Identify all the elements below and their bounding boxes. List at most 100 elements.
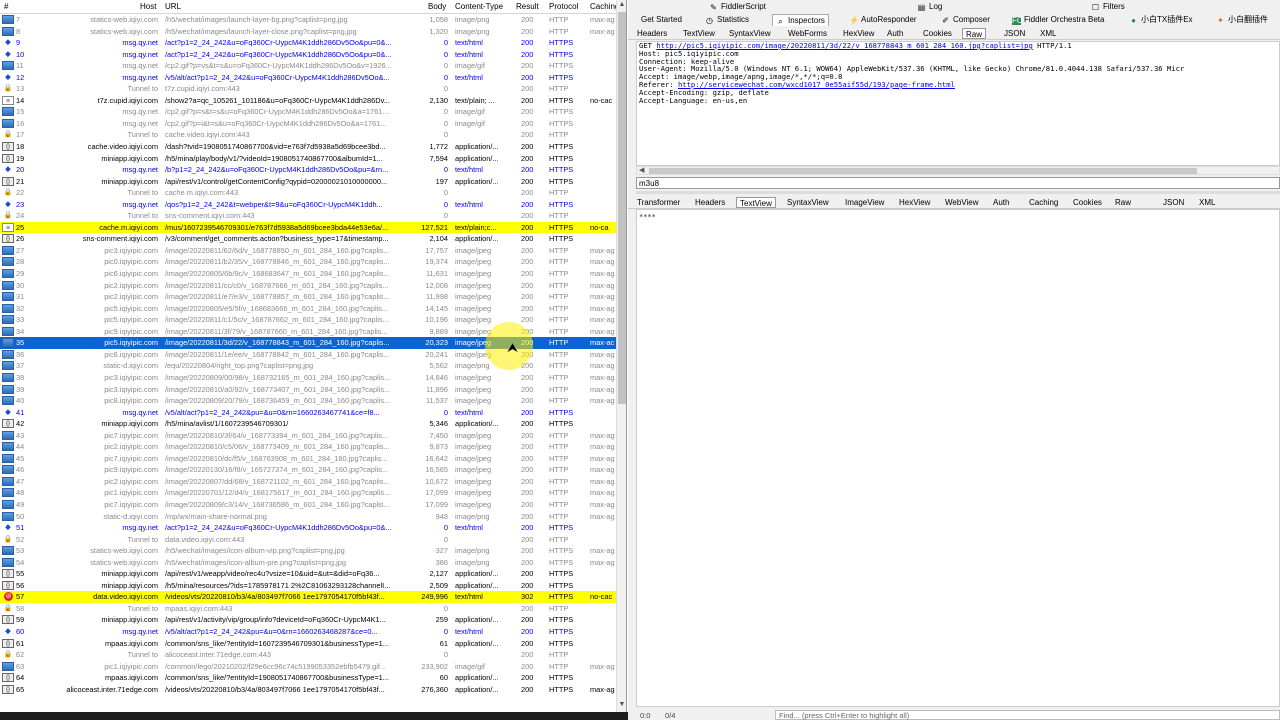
subtab-hexview[interactable]: HexView bbox=[896, 197, 933, 208]
session-row[interactable]: {} 55 miniapp.iqiyi.com/api/rest/v1/weapp/… bbox=[0, 568, 616, 580]
tab-fiddlerscript[interactable]: ✎ FiddlerScript bbox=[706, 1, 769, 13]
tab-statistics[interactable]: ◷ Statistics bbox=[702, 14, 752, 26]
session-row[interactable]: {} 65 alicoceast.inter.71edge.com/videos/v… bbox=[0, 684, 616, 696]
session-row[interactable]: 38 pic3.iqiyipic.com/image/20220809/00/98… bbox=[0, 372, 616, 384]
session-row[interactable]: 45 pic7.iqiyipic.com/image/20220810/dc/f5… bbox=[0, 453, 616, 465]
subtab-auth[interactable]: Auth bbox=[990, 197, 1012, 208]
session-row[interactable]: 43 pic7.iqiyipic.com/image/20220810/3f/64… bbox=[0, 430, 616, 442]
subtab-transformer[interactable]: Transformer bbox=[634, 197, 683, 208]
session-row[interactable]: 32 pic5.iqiyipic.com/image/20220805/e5/5f… bbox=[0, 303, 616, 315]
column-header-caching[interactable]: Caching bbox=[590, 2, 619, 11]
subtab-headers[interactable]: Headers bbox=[692, 197, 728, 208]
scroll-up-arrow-icon[interactable]: ▲ bbox=[617, 1, 626, 11]
session-row[interactable]: 40 pic8.iqiyipic.com/image/20220809/20/79… bbox=[0, 395, 616, 407]
column-header-url[interactable]: URL bbox=[165, 2, 181, 11]
session-row[interactable]: 28 pic0.iqiyipic.com/image/20220811/b2/35… bbox=[0, 256, 616, 268]
subtab-textview[interactable]: TextView bbox=[680, 28, 718, 39]
subtab-cookies[interactable]: Cookies bbox=[920, 28, 955, 39]
tab-autoresponder[interactable]: ⚡ AutoResponder bbox=[846, 14, 920, 26]
request-scrollbar-thumb[interactable] bbox=[649, 168, 1197, 174]
session-row[interactable]: 🔒 62 Tunnel to alicoceast.inter.71edge.com:… bbox=[0, 649, 616, 661]
tab-get-started[interactable]: Get Started bbox=[638, 14, 685, 26]
tab-filters[interactable]: ☐ Filters bbox=[1088, 1, 1128, 13]
subtab-caching[interactable]: Caching bbox=[1026, 197, 1061, 208]
session-row[interactable]: 54 statics-web.iqiyi.com/h5/wechat/images… bbox=[0, 557, 616, 569]
subtab-syntaxview[interactable]: SyntaxView bbox=[784, 197, 832, 208]
session-row[interactable]: ◆ 20 msg.qy.net/b?p1=2_24_242&u=oFq360Cr-U… bbox=[0, 164, 616, 176]
session-row[interactable]: 39 pic3.iqiyipic.com/image/20220810/a0/92… bbox=[0, 384, 616, 396]
column-header-protocol[interactable]: Protocol bbox=[549, 2, 578, 11]
column-header-body[interactable]: Body bbox=[428, 2, 446, 11]
session-row[interactable]: ⊘ 57 data.video.iqiyi.com/videos/vts/20220… bbox=[0, 591, 616, 603]
session-row-selected[interactable]: 35 pic5.iqiyipic.com/image/20220811/3d/22… bbox=[0, 337, 616, 349]
session-row[interactable]: 7 statics-web.iqiyi.com/h5/wechat/images/… bbox=[0, 14, 616, 26]
session-row[interactable]: 29 pic6.iqiyipic.com/image/20220805/6b/9c… bbox=[0, 268, 616, 280]
session-row[interactable]: 8 statics-web.iqiyi.com/h5/wechat/images/… bbox=[0, 26, 616, 38]
session-row[interactable]: ◆ 9 msg.qy.net/act?p1=2_24_242&u=oFq360Cr-… bbox=[0, 37, 616, 49]
session-row[interactable]: {} 61 mpaas.iqiyi.com/common/sns_like/?ent… bbox=[0, 638, 616, 650]
session-row[interactable]: {} 19 miniapp.iqiyi.com/h5/mina/play/body/… bbox=[0, 153, 616, 165]
subtab-json[interactable]: JSON bbox=[1160, 197, 1187, 208]
column-header-content-type[interactable]: Content-Type bbox=[455, 2, 503, 11]
session-row[interactable]: {} 64 mpaas.iqiyi.com/common/sns_like/?ent… bbox=[0, 672, 616, 684]
subtab-hexview[interactable]: HexView bbox=[840, 28, 877, 39]
session-row[interactable]: 30 pic2.iqiyipic.com/image/20220811/cc/c0… bbox=[0, 280, 616, 292]
session-row[interactable]: 48 pic1.iqiyipic.com/image/20220701/12/d4… bbox=[0, 487, 616, 499]
session-row[interactable]: {} 18 cache.video.iqiyi.com/dash?tvid=1908… bbox=[0, 141, 616, 153]
subtab-json[interactable]: JSON bbox=[1001, 28, 1028, 39]
session-row[interactable]: ◆ 60 msg.qy.net/v5/alt/act?p1=2_24_242&pu=… bbox=[0, 626, 616, 638]
session-row[interactable]: ≡ 14 t7z.cupid.iqiyi.com/show2?a=qc_105261… bbox=[0, 95, 616, 107]
session-row[interactable]: ◆ 23 msg.qy.net/qos?p1=2_24_242&t=webper&t… bbox=[0, 199, 616, 211]
subtab-syntaxview[interactable]: SyntaxView bbox=[726, 28, 774, 39]
session-row[interactable]: 36 pic6.iqiyipic.com/image/20220811/1e/ee… bbox=[0, 349, 616, 361]
session-row[interactable]: ◆ 10 msg.qy.net/act?p1=2_24_242&u=oFq360Cr… bbox=[0, 49, 616, 61]
subtab-webforms[interactable]: WebForms bbox=[785, 28, 830, 39]
session-row[interactable]: 63 pic1.iqiyipic.com/common/lego/20210202… bbox=[0, 661, 616, 673]
session-row[interactable]: 🔒 22 Tunnel to cache.m.iqiyi.com:443 0 200 HTT… bbox=[0, 187, 616, 199]
subtab-xml[interactable]: XML bbox=[1196, 197, 1218, 208]
session-row[interactable]: 47 pic2.iqiyipic.com/image/20220807/dd/68… bbox=[0, 476, 616, 488]
session-row[interactable]: 50 static-d.iqiyi.com/mp/wx/main-share-no… bbox=[0, 511, 616, 523]
session-row[interactable]: 🔒 52 Tunnel to data.video.iqiyi.com:443 0 200… bbox=[0, 534, 616, 546]
session-row[interactable]: 53 statics-web.iqiyi.com/h5/wechat/images… bbox=[0, 545, 616, 557]
scroll-down-arrow-icon[interactable]: ▼ bbox=[617, 701, 626, 711]
response-text-view[interactable]: **** bbox=[636, 209, 1280, 707]
column-header-host[interactable]: Host bbox=[140, 2, 156, 11]
subtab-cookies[interactable]: Cookies bbox=[1070, 197, 1105, 208]
pane-splitter[interactable] bbox=[636, 191, 1280, 194]
session-row[interactable]: {} 56 miniapp.iqiyi.com/h5/mina/resources/… bbox=[0, 580, 616, 592]
tab-inspectors[interactable]: ⌕ Inspectors bbox=[772, 14, 829, 26]
subtab-raw[interactable]: Raw bbox=[1112, 197, 1134, 208]
subtab-raw[interactable]: Raw bbox=[962, 28, 987, 39]
session-row[interactable]: 16 msg.qy.net/cp2.gif?p=i&t=s&u=oFq360Cr-… bbox=[0, 118, 616, 130]
session-row[interactable]: ◆ 51 msg.qy.net/act?p1=2_24_242&u=oFq360Cr… bbox=[0, 522, 616, 534]
column-header-result[interactable]: Result bbox=[516, 2, 539, 11]
response-find-input[interactable]: Find... (press Ctrl+Enter to highlight a… bbox=[775, 710, 1280, 720]
session-row[interactable]: 44 pic2.iqiyipic.com/image/20220810/c5/06… bbox=[0, 441, 616, 453]
session-row[interactable]: 🔒 58 Tunnel to mpaas.iqiyi.com:443 0 200 HTTP bbox=[0, 603, 616, 615]
subtab-imageview[interactable]: ImageView bbox=[842, 197, 887, 208]
scroll-left-arrow-icon[interactable]: ◀ bbox=[639, 166, 644, 174]
session-row[interactable]: ≡ 25 cache.m.iqiyi.com/mus/160723954670930… bbox=[0, 221, 616, 234]
session-row[interactable]: 31 pic2.iqiyipic.com/image/20220811/e7/e3… bbox=[0, 291, 616, 303]
tab-log[interactable]: ▤ Log bbox=[914, 1, 945, 13]
tab-fiddler-orchestra[interactable]: FOFiddler Orchestra Beta bbox=[1009, 14, 1107, 26]
request-find-input[interactable]: m3u8 bbox=[636, 177, 1280, 189]
session-row[interactable]: 🔒 17 Tunnel to cache.video.iqiyi.com:443 0 20… bbox=[0, 129, 616, 141]
session-row[interactable]: 33 pic5.iqiyipic.com/image/20220811/c1/5c… bbox=[0, 314, 616, 326]
session-row[interactable]: 15 msg.qy.net/cp2.gif?p=s&t=s&u=oFq360Cr-… bbox=[0, 106, 616, 118]
tab-composer[interactable]: ✐ Composer bbox=[938, 14, 993, 26]
session-row[interactable]: 37 static-d.iqiyi.com/equ/20220804/right_… bbox=[0, 360, 616, 372]
subtab-textview[interactable]: TextView bbox=[736, 197, 776, 208]
session-row[interactable]: {} 26 sns-comment.iqiyi.com/v3/comment/get… bbox=[0, 233, 616, 245]
tab-tx-plugin[interactable]: ● 小白TX插件Ex bbox=[1126, 14, 1196, 26]
session-row[interactable]: 34 pic9.iqiyipic.com/image/20220811/3f/79… bbox=[0, 326, 616, 338]
tab-translate-plugin[interactable]: ✦ 小白翻插件 bbox=[1213, 14, 1271, 26]
subtab-auth[interactable]: Auth bbox=[884, 28, 906, 39]
session-list[interactable]: # Host URL Body Content-Type Result Prot… bbox=[0, 0, 627, 712]
request-horizontal-scrollbar[interactable]: ◀ bbox=[636, 166, 1280, 175]
scrollbar-thumb[interactable] bbox=[618, 12, 626, 404]
subtab-webview[interactable]: WebView bbox=[942, 197, 982, 208]
session-list-scrollbar[interactable]: ▲ ▼ bbox=[616, 0, 626, 712]
session-row[interactable]: 46 pic9.iqiyipic.com/image/20220130/16/f8… bbox=[0, 464, 616, 476]
